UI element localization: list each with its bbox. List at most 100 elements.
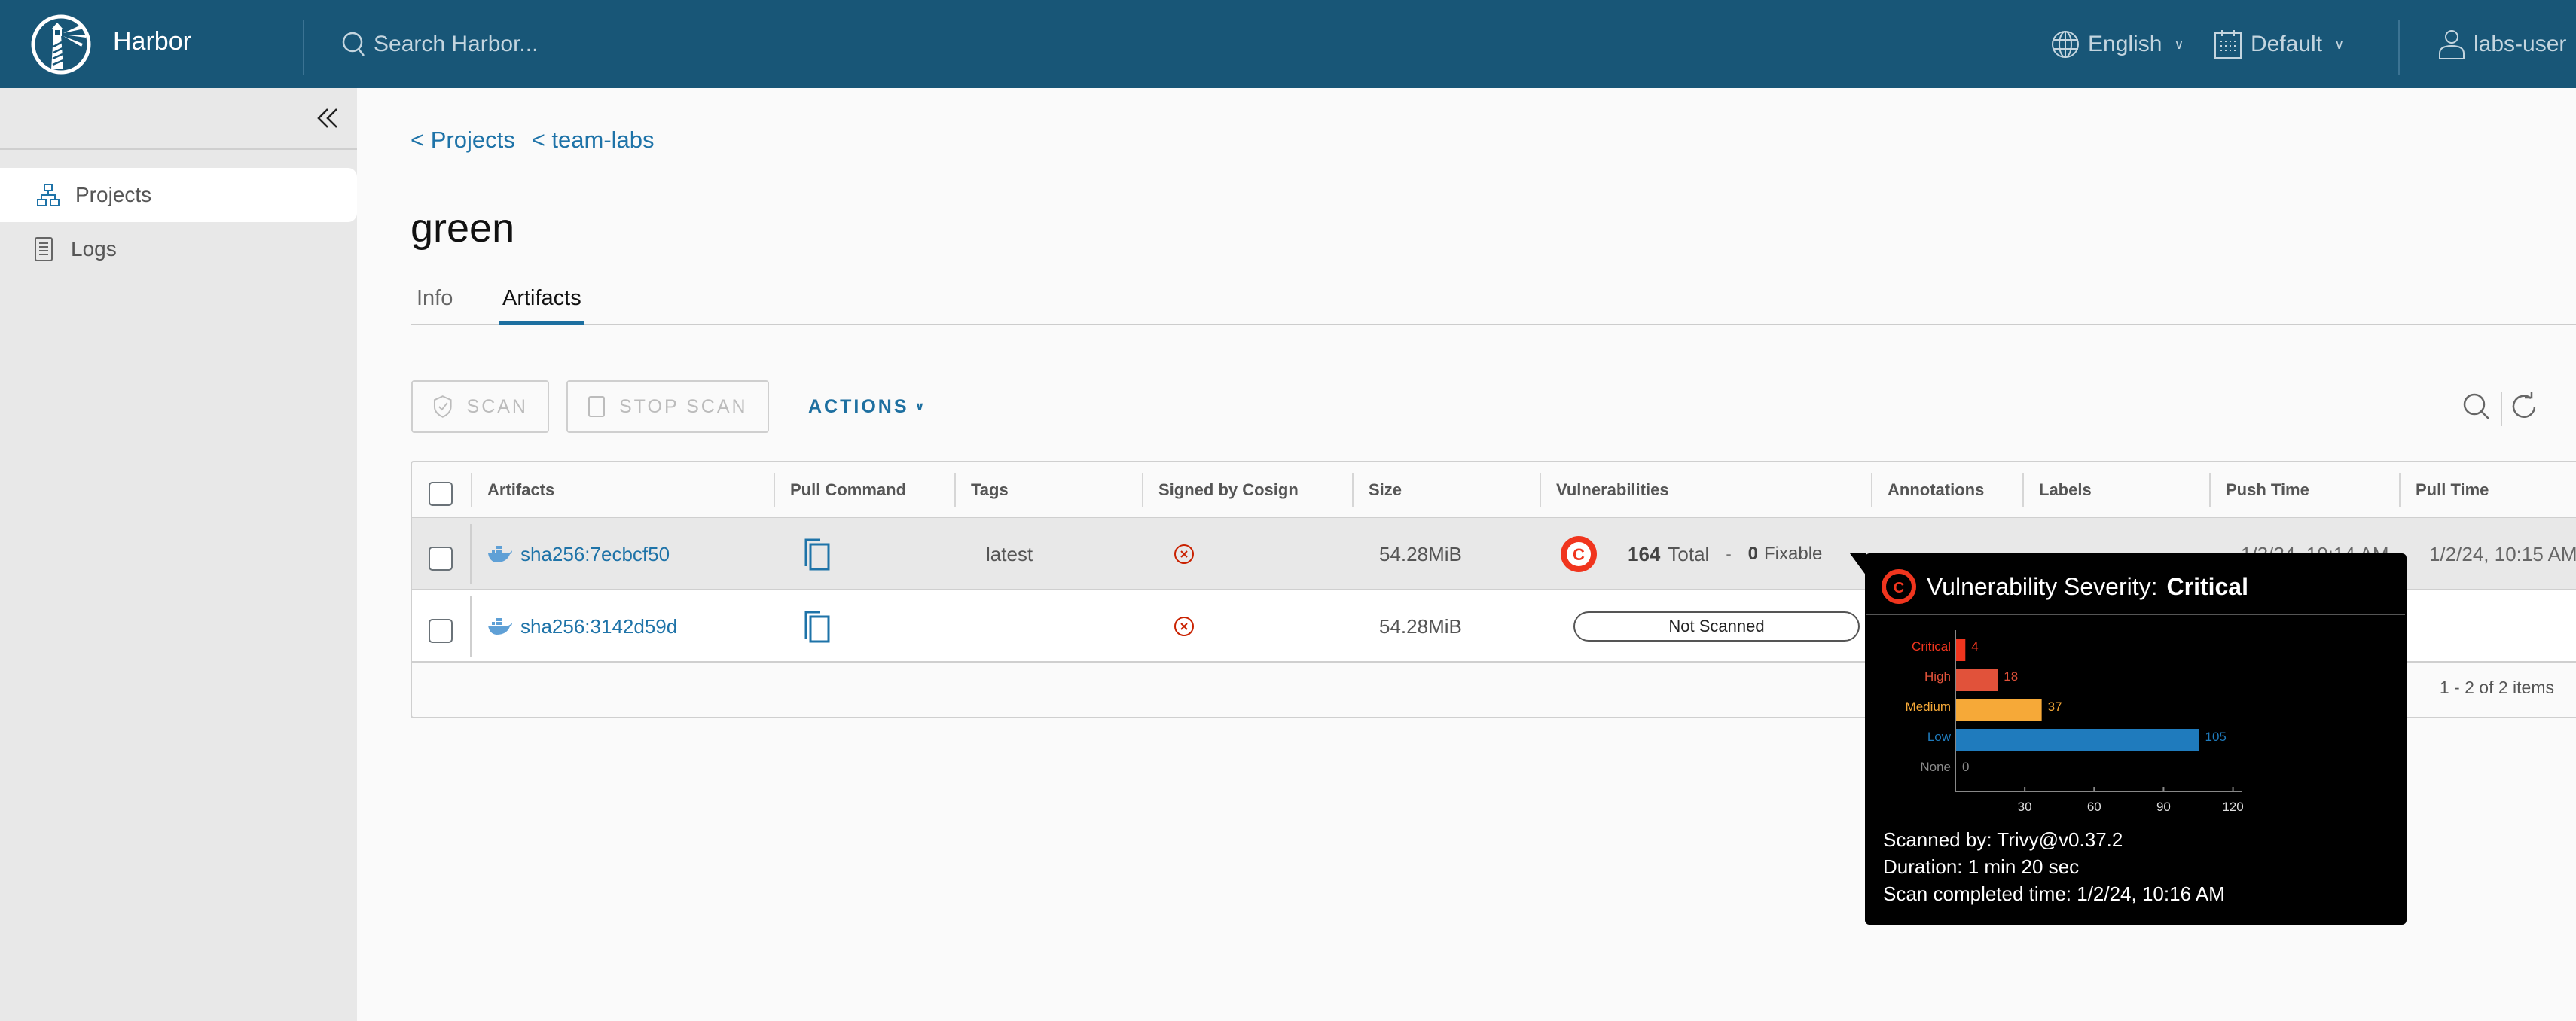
row-checkbox[interactable] [429, 547, 453, 571]
bar-low [1956, 729, 2199, 751]
size-cell: 54.28MiB [1379, 542, 1462, 565]
user-icon [2439, 30, 2465, 59]
artifact-digest-link[interactable]: sha256:7ecbcf50 [520, 543, 670, 566]
harbor-logo-icon[interactable] [30, 14, 92, 75]
sidebar-item-projects[interactable]: Projects [0, 168, 357, 222]
search-input[interactable]: Search Harbor... [374, 32, 538, 57]
brand-name[interactable]: Harbor [113, 27, 191, 56]
not-scanned-badge: Not Scanned [1573, 611, 1860, 642]
x-tick-label: 30 [2018, 800, 2032, 814]
top-navbar: Harbor Search Harbor... English ∨ Defaul… [0, 0, 2576, 88]
stop-scan-label: STOP SCAN [619, 395, 748, 417]
chevron-down-icon: ∨ [2174, 36, 2184, 52]
shield-check-icon [433, 395, 452, 418]
column-header-tags[interactable]: Tags [956, 462, 1009, 518]
x-tick-label: 120 [2222, 800, 2243, 814]
category-label-none: None [1920, 760, 1951, 774]
breadcrumb: < Projects < team-labs [411, 126, 655, 154]
header-divider [2398, 20, 2400, 75]
column-header-size[interactable]: Size [1354, 462, 1402, 518]
tooltip-arrow [1850, 553, 1866, 576]
copy-icon[interactable] [804, 610, 831, 643]
pull-time-cell: 1/2/24, 10:15 AM [2429, 542, 2576, 565]
datetime-format-selector[interactable]: Default ∨ [2213, 26, 2344, 63]
column-header-signed-by-cosign[interactable]: Signed by Cosign [1143, 462, 1299, 518]
breadcrumb-team-labs-link[interactable]: < team-labs [532, 126, 655, 154]
docker-icon [488, 618, 512, 635]
tags-cell: latest [986, 542, 1033, 565]
vuln-total-label: Total [1668, 542, 1710, 565]
bar-critical [1956, 639, 1966, 661]
collapse-sidebar-icon[interactable] [313, 103, 343, 133]
tags-cell [971, 590, 986, 663]
pagination-info: 1 - 2 of 2 items [2439, 678, 2554, 697]
not-signed-icon [1174, 544, 1194, 564]
actions-dropdown[interactable]: ACTIONS ∨ [808, 380, 927, 433]
tab-info[interactable]: Info [417, 286, 453, 325]
tab-bar: Info Artifacts [411, 280, 2576, 325]
sidebar: Projects Logs [0, 88, 357, 1021]
artifact-digest-link[interactable]: sha256:3142d59d [520, 615, 677, 639]
bar-medium [1956, 699, 2042, 721]
language-selector[interactable]: English ∨ [2050, 26, 2184, 63]
severity-bar-chart: Critical 4 High 18 Medium 37 Low 105 None 0 30 60 90… [1906, 630, 2244, 814]
row-divider [470, 596, 472, 657]
column-header-vulnerabilities[interactable]: Vulnerabilities [1541, 462, 1669, 518]
refresh-icon[interactable] [2510, 392, 2540, 422]
copy-icon[interactable] [804, 538, 831, 571]
global-search[interactable]: Search Harbor... [339, 26, 538, 63]
category-label-medium: Medium [1906, 699, 1951, 714]
docker-icon [488, 546, 512, 562]
vuln-fixable-count: 0 [1747, 544, 1758, 564]
toolbar-divider [2501, 392, 2502, 426]
column-header-annotations[interactable]: Annotations [1872, 462, 1984, 518]
tab-artifacts[interactable]: Artifacts [499, 286, 584, 325]
x-tick-label: 90 [2156, 800, 2171, 814]
bar-high [1956, 669, 1998, 691]
breadcrumb-projects-link[interactable]: < Projects [411, 126, 515, 154]
stop-scan-button[interactable]: STOP SCAN [566, 380, 769, 433]
chevron-down-icon: ∨ [2334, 36, 2345, 52]
header-divider [303, 20, 304, 75]
network-icon [35, 181, 62, 209]
data-label-high: 18 [2004, 669, 2018, 684]
svg-text:C: C [1573, 545, 1585, 564]
data-label-low: 105 [2205, 730, 2227, 744]
not-signed-icon [1174, 617, 1194, 636]
filter-search-icon[interactable] [2462, 392, 2492, 422]
vuln-fixable-label: Fixable [1764, 544, 1823, 564]
scan-button[interactable]: SCAN [411, 380, 549, 433]
column-header-pull-time[interactable]: Pull Time [2401, 462, 2489, 518]
tooltip-title: Vulnerability Severity: [1927, 572, 2158, 600]
globe-icon [2052, 31, 2079, 58]
column-header-push-time[interactable]: Push Time [2211, 462, 2309, 518]
tooltip-severity: Critical [2166, 572, 2248, 600]
table-header: Artifacts Pull Command Tags Signed by Co… [412, 462, 2576, 518]
category-label-high: High [1924, 669, 1951, 684]
column-header-artifacts[interactable]: Artifacts [472, 462, 554, 518]
column-header-labels[interactable]: Labels [2024, 462, 2092, 518]
scan-completed-time: Scan completed time: 1/2/24, 10:16 AM [1883, 882, 2225, 905]
stop-icon [588, 396, 605, 417]
column-header-pull-command[interactable]: Pull Command [775, 462, 906, 518]
user-menu[interactable]: labs-user [2437, 26, 2566, 63]
username: labs-user [2474, 32, 2567, 56]
vulnerability-tooltip: C Vulnerability Severity: Critical Criti… [1865, 553, 2407, 925]
critical-severity-icon: C [1561, 536, 1597, 572]
row-divider [470, 524, 472, 584]
category-label-critical: Critical [1912, 639, 1951, 654]
sidebar-item-label: Projects [75, 183, 152, 206]
page-title: green [411, 206, 515, 251]
search-icon [342, 32, 365, 56]
list-icon [30, 236, 57, 263]
vuln-total-count: 164 [1628, 542, 1661, 565]
svg-text:C: C [1894, 580, 1904, 596]
sidebar-item-logs[interactable]: Logs [0, 222, 357, 276]
scan-info: Scanned by: Trivy@v0.37.2 Duration: 1 mi… [1883, 826, 2225, 907]
tooltip-divider [1866, 614, 2405, 615]
select-all-checkbox[interactable] [429, 482, 453, 506]
category-label-low: Low [1927, 730, 1952, 744]
vulnerabilities-cell[interactable]: C 164 Total - 0 Fixable [1543, 518, 1822, 590]
row-checkbox[interactable] [429, 619, 453, 643]
language-label: English [2088, 32, 2162, 56]
